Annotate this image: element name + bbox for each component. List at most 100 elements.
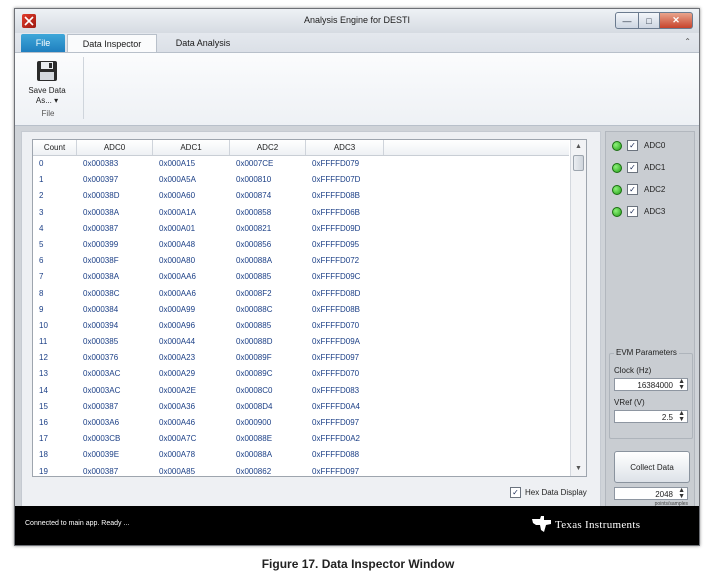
- grid-scrollbar[interactable]: ▲ ▼: [570, 140, 586, 476]
- cell-adc2: 0x00088A: [236, 256, 273, 266]
- cell-adc2: 0x0008F2: [236, 288, 272, 298]
- cell-adc3: 0xFFFFD0A2: [312, 434, 361, 444]
- cell-count: 10: [39, 320, 48, 330]
- scroll-thumb[interactable]: [573, 155, 584, 171]
- table-row[interactable]: 2 0x00038D 0x000A60 0x000874 0xFFFFD08B: [33, 188, 569, 204]
- table-row[interactable]: 12 0x000376 0x000A23 0x00089F 0xFFFFD097: [33, 350, 569, 366]
- table-row[interactable]: 18 0x00039E 0x000A78 0x00088A 0xFFFFD088: [33, 447, 569, 463]
- cell-adc2: 0x00089F: [236, 353, 272, 363]
- column-header-adc0[interactable]: ADC0: [77, 140, 153, 155]
- cell-adc0: 0x0003CB: [83, 434, 121, 444]
- channel-checkbox[interactable]: ✓: [627, 206, 638, 217]
- ribbon-collapse-icon[interactable]: ⌃: [684, 37, 691, 46]
- tab-data-inspector[interactable]: Data Inspector: [67, 34, 157, 53]
- minimize-button[interactable]: —: [615, 12, 639, 29]
- cell-count: 15: [39, 401, 48, 411]
- clock-spinbox[interactable]: 16384000 ▲ ▼: [614, 378, 688, 391]
- status-bar: Connected to main app. Ready ... Texas I…: [15, 506, 699, 545]
- column-header-adc1[interactable]: ADC1: [153, 140, 230, 155]
- spinner-arrows-icon[interactable]: ▲ ▼: [678, 410, 685, 423]
- minimize-icon: —: [622, 15, 632, 26]
- table-row[interactable]: 17 0x0003CB 0x000A7C 0x00088E 0xFFFFD0A2: [33, 431, 569, 447]
- table-row[interactable]: 11 0x000385 0x000A44 0x00088D 0xFFFFD09A: [33, 334, 569, 350]
- cell-adc1: 0x000A44: [159, 337, 196, 347]
- column-header-count[interactable]: Count: [33, 140, 77, 155]
- tab-data-analysis[interactable]: Data Analysis: [165, 34, 241, 52]
- table-row[interactable]: 9 0x000384 0x000A99 0x00088C 0xFFFFD08B: [33, 302, 569, 318]
- data-grid[interactable]: Count ADC0 ADC1 ADC2 ADC3 0 0x000383 0x000…: [32, 139, 587, 477]
- cell-adc3: 0xFFFFD070: [312, 369, 360, 379]
- channel-adc0[interactable]: ✓ ADC0: [612, 140, 665, 151]
- save-data-as-button[interactable]: Save Data As... ▾: [21, 59, 73, 111]
- spinner-arrows-icon[interactable]: ▲ ▼: [678, 378, 685, 391]
- vref-label: VRef (V): [614, 398, 645, 407]
- cell-adc0: 0x00038F: [83, 256, 119, 266]
- channel-checkbox[interactable]: ✓: [627, 140, 638, 151]
- cell-adc0: 0x000376: [83, 353, 119, 363]
- cell-adc3: 0xFFFFD097: [312, 418, 360, 427]
- vref-spinbox[interactable]: 2.5 ▲ ▼: [614, 410, 688, 423]
- ribbon-panel: Save Data As... ▾ File: [15, 52, 699, 126]
- cell-adc2: 0x000885: [236, 272, 272, 282]
- status-led-icon: [612, 140, 622, 151]
- close-button[interactable]: ✕: [660, 12, 693, 29]
- cell-adc1: 0x000A48: [159, 239, 196, 249]
- table-row[interactable]: 5 0x000399 0x000A48 0x000856 0xFFFFD095: [33, 237, 569, 253]
- channel-adc2[interactable]: ✓ ADC2: [612, 184, 665, 195]
- close-icon: ✕: [672, 15, 680, 25]
- points-spinbox[interactable]: 2048 ▲ ▼: [614, 487, 688, 500]
- column-header-adc2[interactable]: ADC2: [230, 140, 306, 155]
- table-row[interactable]: 8 0x00038C 0x000AA6 0x0008F2 0xFFFFD08D: [33, 286, 569, 302]
- clock-value: 16384000: [637, 381, 673, 390]
- table-row[interactable]: 16 0x0003A6 0x000A46 0x000900 0xFFFFD097: [33, 415, 569, 431]
- tab-file[interactable]: File: [21, 34, 65, 52]
- cell-adc2: 0x0007CE: [236, 159, 274, 168]
- cell-adc1: 0x000A96: [159, 320, 196, 330]
- cell-adc3: 0xFFFFD095: [312, 239, 360, 249]
- cell-adc1: 0x000A99: [159, 304, 196, 314]
- hex-display-toggle[interactable]: ✓ Hex Data Display: [510, 487, 587, 498]
- cell-adc0: 0x000394: [83, 320, 119, 330]
- cell-count: 9: [39, 304, 44, 314]
- channel-adc1[interactable]: ✓ ADC1: [612, 162, 665, 173]
- status-led-icon: [612, 206, 622, 217]
- spinner-arrows-icon[interactable]: ▲ ▼: [678, 487, 685, 500]
- table-row[interactable]: 14 0x0003AC 0x000A2E 0x0008C0 0xFFFFD083: [33, 383, 569, 399]
- table-row[interactable]: 13 0x0003AC 0x000A29 0x00089C 0xFFFFD070: [33, 366, 569, 382]
- ribbon-group-label: File: [41, 109, 55, 118]
- table-row[interactable]: 19 0x000387 0x000A85 0x000862 0xFFFFD097: [33, 464, 569, 480]
- table-row[interactable]: 3 0x00038A 0x000A1A 0x000858 0xFFFFD06B: [33, 205, 569, 221]
- table-row[interactable]: 7 0x00038A 0x000AA6 0x000885 0xFFFFD09C: [33, 269, 569, 285]
- scroll-up-icon[interactable]: ▲: [571, 140, 586, 154]
- table-row[interactable]: 15 0x000387 0x000A36 0x0008D4 0xFFFFD0A4: [33, 399, 569, 415]
- cell-count: 11: [39, 337, 48, 347]
- cell-adc2: 0x0008C0: [236, 385, 273, 395]
- cell-adc1: 0x000A1A: [159, 207, 196, 217]
- hex-display-checkbox[interactable]: ✓: [510, 487, 521, 498]
- hex-display-label: Hex Data Display: [525, 488, 587, 497]
- cell-adc2: 0x000821: [236, 223, 272, 233]
- channel-label: ADC3: [644, 207, 666, 216]
- table-row[interactable]: 10 0x000394 0x000A96 0x000885 0xFFFFD070: [33, 318, 569, 334]
- cell-adc3: 0xFFFFD09C: [312, 272, 361, 282]
- cell-count: 13: [39, 369, 48, 379]
- channel-adc3[interactable]: ✓ ADC3: [612, 206, 665, 217]
- column-header-adc3[interactable]: ADC3: [306, 140, 384, 155]
- scroll-down-icon[interactable]: ▼: [571, 462, 586, 476]
- channel-checkbox[interactable]: ✓: [627, 184, 638, 195]
- maximize-button[interactable]: □: [639, 12, 660, 29]
- table-row[interactable]: 0 0x000383 0x000A15 0x0007CE 0xFFFFD079: [33, 156, 569, 172]
- cell-adc0: 0x000397: [83, 175, 119, 185]
- cell-adc3: 0xFFFFD097: [312, 353, 360, 363]
- table-row[interactable]: 6 0x00038F 0x000A80 0x00088A 0xFFFFD072: [33, 253, 569, 269]
- channel-label: ADC1: [644, 163, 666, 172]
- channel-checkbox[interactable]: ✓: [627, 162, 638, 173]
- cell-count: 14: [39, 385, 48, 395]
- cell-adc1: 0x000A78: [159, 450, 196, 460]
- collect-data-button[interactable]: Collect Data: [614, 451, 690, 483]
- table-row[interactable]: 4 0x000387 0x000A01 0x000821 0xFFFFD09D: [33, 221, 569, 237]
- cell-adc1: 0x000A46: [159, 418, 196, 427]
- ribbon-tabs: File Data Inspector Data Analysis ⌃: [15, 33, 699, 53]
- vref-value: 2.5: [661, 413, 673, 422]
- table-row[interactable]: 1 0x000397 0x000A5A 0x000810 0xFFFFD07D: [33, 172, 569, 188]
